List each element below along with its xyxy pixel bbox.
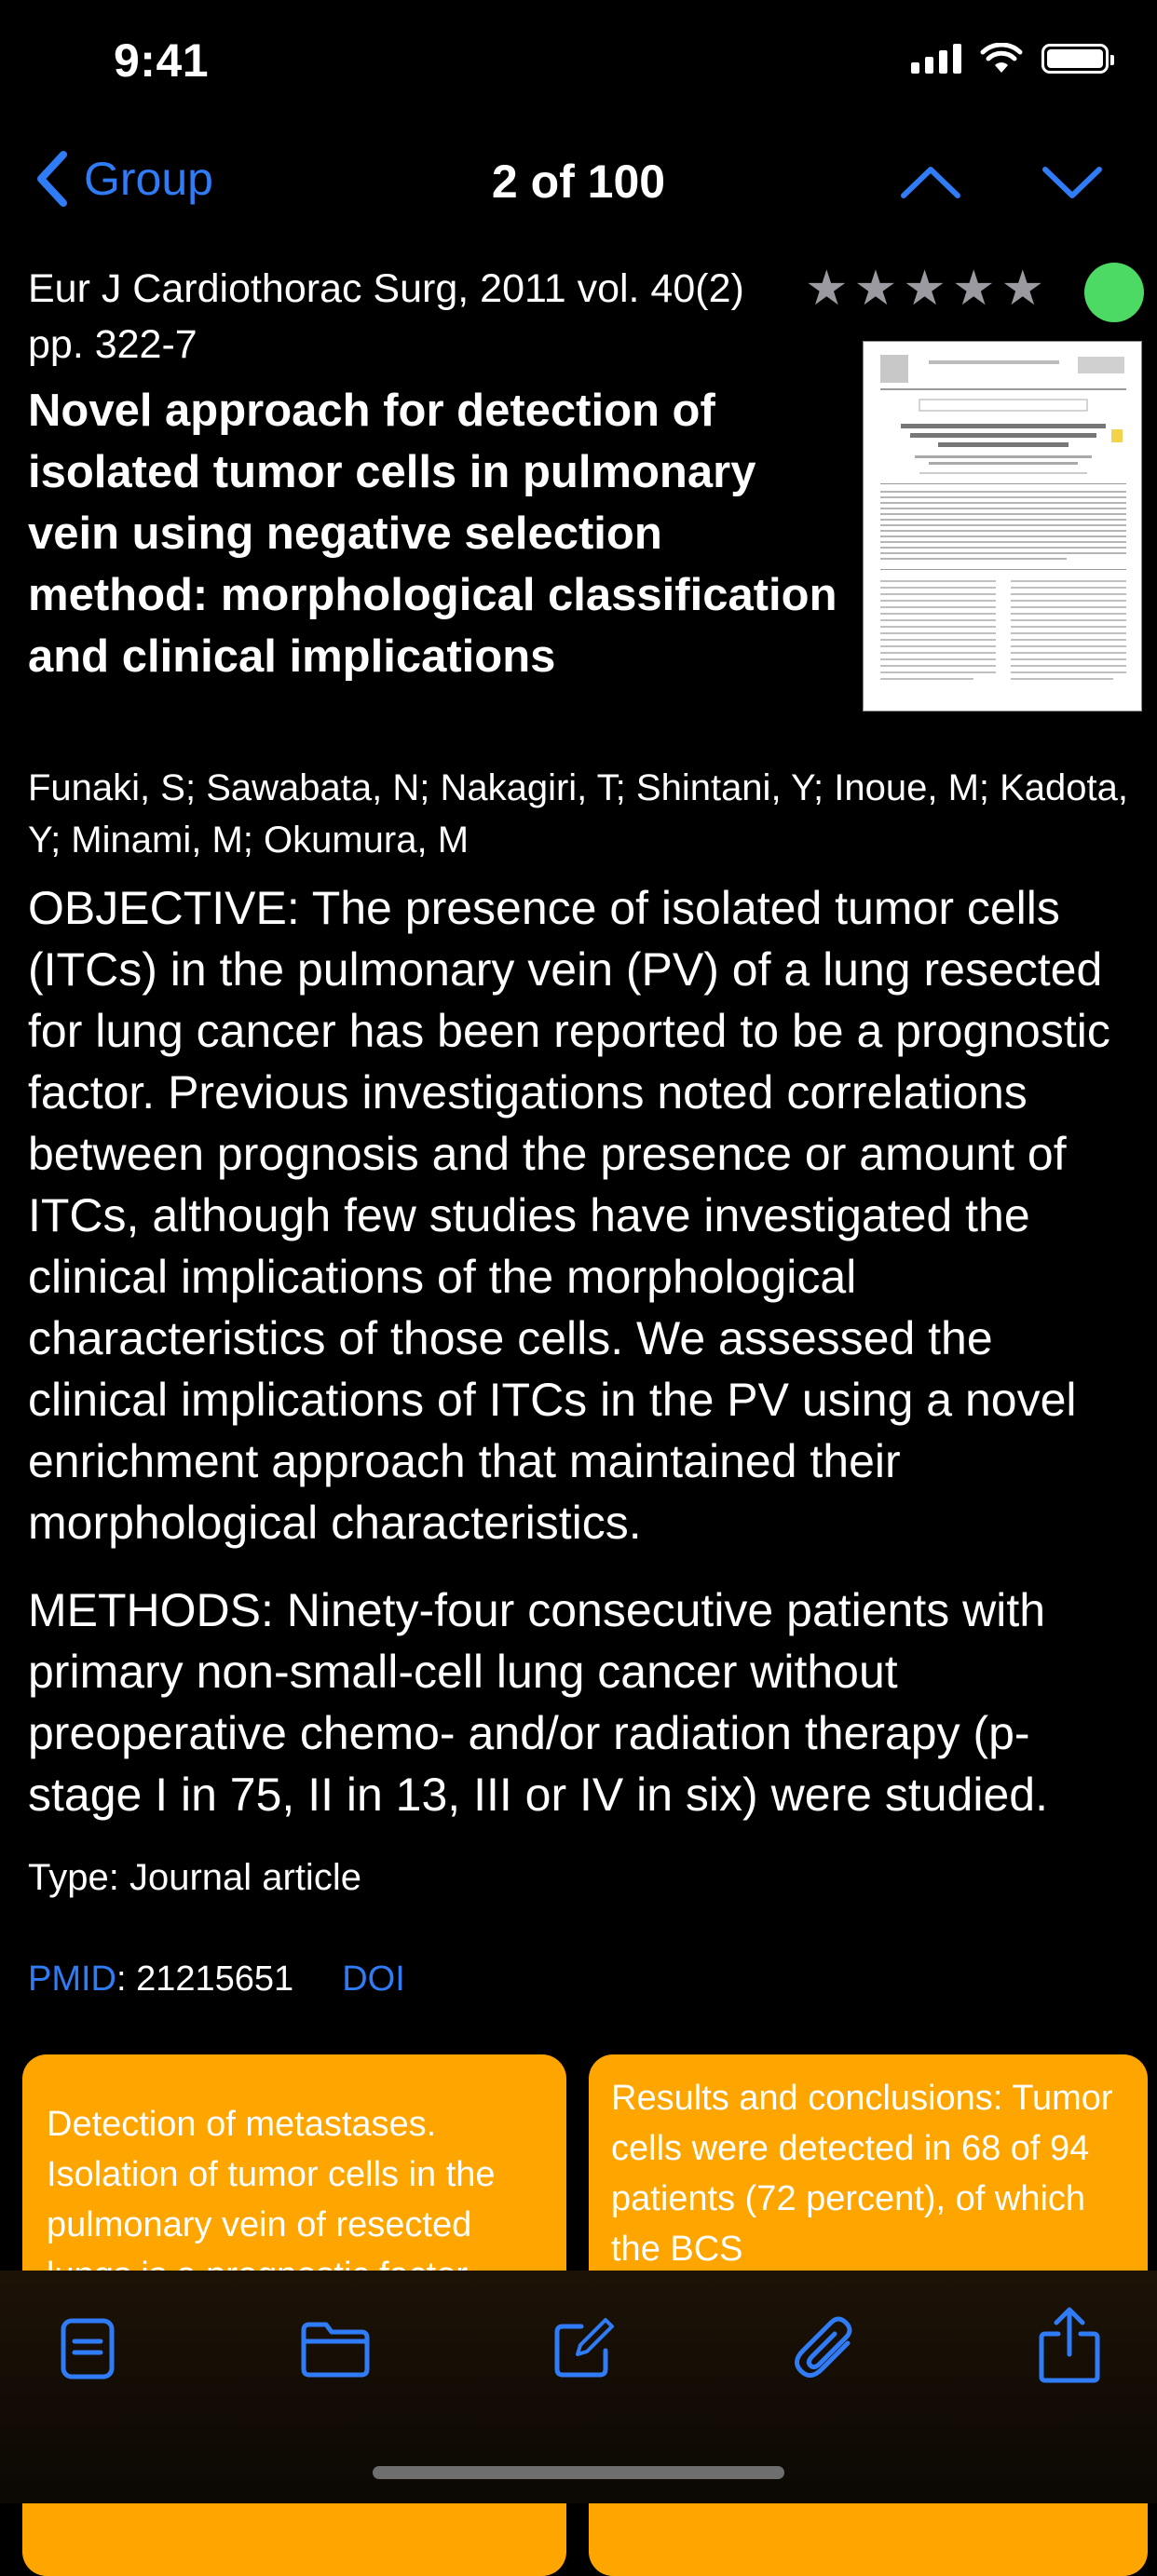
article-authors: Funaki, S; Sawabata, N; Nakagiri, T; Shi… [28,767,1129,861]
identifiers-row: PMID : 21215651 DOI [28,1959,405,2000]
chevron-down-icon [1042,167,1102,198]
status-icons [911,43,1114,75]
notes-button[interactable] [54,2315,121,2382]
star-icon[interactable]: ★ [1001,263,1045,315]
back-button[interactable]: Group [32,149,213,209]
share-icon [1039,2307,1100,2383]
star-icon[interactable]: ★ [805,263,849,315]
back-label: Group [84,153,213,205]
rating-stars[interactable]: ★ ★ ★ ★ ★ [805,263,1044,315]
journal-citation: Eur J Cardiothorac Surg, 2011 vol. 40(2)… [28,266,744,367]
cellular-signal-icon [911,44,961,74]
article-title: Novel approach for detection of isolated… [28,386,837,682]
folder-button[interactable] [300,2315,371,2382]
abstract-objective: OBJECTIVE: The presence of isolated tumo… [28,882,1110,1549]
attachment-button[interactable] [794,2315,861,2382]
compose-button[interactable] [550,2315,617,2382]
home-indicator [373,2466,784,2479]
pdf-thumbnail[interactable] [863,341,1142,712]
next-button[interactable] [1038,153,1107,212]
share-button[interactable] [1036,2306,1103,2384]
compose-icon [554,2318,614,2378]
read-status-dot[interactable] [1084,263,1144,322]
article-type: Type: Journal article [28,1857,361,1898]
pmid-value: : 21215651 [116,1959,294,1999]
doi-link[interactable]: DOI [342,1959,405,2000]
star-icon[interactable]: ★ [903,263,946,315]
star-icon[interactable]: ★ [952,263,996,315]
pdf-page-preview [864,342,1141,711]
attachment-icon [795,2316,852,2378]
wifi-icon [980,43,1023,73]
notes-icon [61,2318,115,2379]
folder-icon [301,2322,370,2378]
article-abstract: OBJECTIVE: The presence of isolated tumo… [28,877,1137,1851]
status-time: 9:41 [114,34,210,87]
previous-button[interactable] [896,153,965,212]
chevron-left-icon [37,151,67,207]
chevron-up-icon [901,167,960,198]
star-icon[interactable]: ★ [854,263,898,315]
battery-icon [1041,44,1114,74]
note-text: Results and conclusions: Tumor cells wer… [611,2079,1113,2269]
abstract-methods: METHODS: Ninety-four consecutive patient… [28,1584,1048,1821]
pmid-link[interactable]: PMID [28,1959,116,2000]
